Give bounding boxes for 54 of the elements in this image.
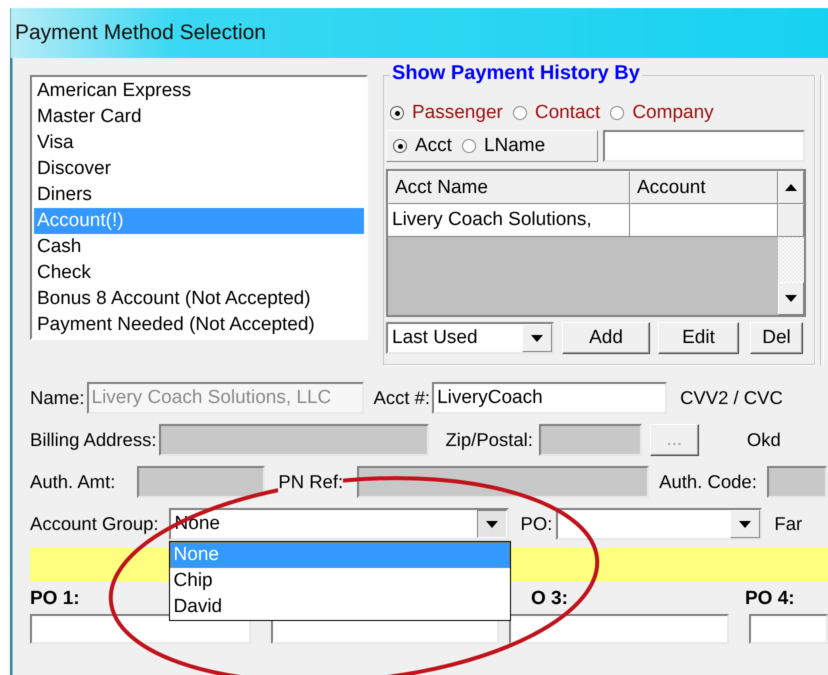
list-item[interactable]: Cash — [34, 234, 364, 260]
radio-button[interactable] — [393, 139, 407, 153]
list-item[interactable]: Visa — [34, 130, 364, 156]
field-label: Auth. Code: — [659, 471, 757, 493]
dropdown-option[interactable]: Chip — [170, 568, 510, 594]
field-label: PO: — [520, 513, 552, 535]
search-field[interactable] — [603, 130, 805, 162]
column-header[interactable]: Acct Name — [388, 171, 630, 204]
add-button[interactable]: Add — [562, 322, 650, 354]
caret-icon — [531, 334, 543, 342]
dropdown-option[interactable]: David — [170, 594, 510, 620]
field-label: Zip/Postal: — [445, 429, 533, 451]
radio-button[interactable] — [462, 139, 476, 153]
input-field[interactable] — [748, 614, 828, 644]
po-dropdown[interactable] — [556, 508, 762, 540]
list-item[interactable]: Discover — [34, 156, 364, 182]
radio-button[interactable] — [512, 106, 527, 120]
delete-button[interactable]: Del — [750, 322, 803, 354]
payment-method-list[interactable]: American Express Master Card Visa Discover Diners Account(!) Cash Check Bonus 8 Account (Not Accepted) Payment Needed (Not Accepted) — [30, 75, 368, 340]
table-cell: Livery Coach Solutions, — [388, 204, 630, 237]
field-label: Far — [774, 513, 802, 535]
radio-label[interactable]: LName — [484, 135, 546, 157]
field-label: Okd — [746, 429, 781, 451]
field-label: Name: — [30, 387, 84, 409]
list-item[interactable]: American Express — [34, 78, 364, 104]
edit-button[interactable]: Edit — [658, 322, 739, 354]
group-title: Show Payment History By — [390, 62, 642, 85]
input-field[interactable] — [508, 614, 729, 644]
radio-label[interactable]: Passenger — [412, 102, 503, 124]
caret-icon — [785, 184, 797, 191]
radio-label[interactable]: Acct — [415, 135, 452, 157]
radio-button[interactable] — [610, 106, 624, 120]
radio-label[interactable]: Company — [632, 102, 714, 124]
list-item[interactable]: Payment Needed (Not Accepted) — [34, 312, 364, 338]
caret-icon — [739, 520, 752, 528]
caret-icon — [785, 295, 797, 302]
field-label: Acct #: — [374, 387, 430, 409]
scrollbar[interactable] — [778, 171, 804, 315]
scroll-thumb[interactable] — [778, 204, 804, 237]
field-label: Account Group: — [30, 513, 159, 535]
list-item[interactable]: Check — [34, 260, 364, 286]
radio-button[interactable] — [390, 106, 404, 120]
list-item[interactable]: Diners — [34, 182, 364, 208]
list-item[interactable]: Bonus 8 Account (Not Accepted) — [34, 286, 364, 312]
field-label: Billing Address: — [30, 429, 156, 451]
list-item[interactable]: Master Card — [34, 104, 364, 130]
window-title: Payment Method Selection — [15, 21, 266, 45]
field-label: CVV2 / CVC — [680, 387, 783, 409]
input-field[interactable]: LiveryCoach — [432, 382, 668, 414]
radio-label[interactable]: Contact — [534, 102, 600, 124]
column-header[interactable]: Account — [630, 171, 778, 204]
field-label: Auth. Amt: — [30, 471, 116, 493]
caret-icon — [486, 520, 498, 528]
sort-dropdown[interactable]: Last Used — [386, 322, 554, 354]
